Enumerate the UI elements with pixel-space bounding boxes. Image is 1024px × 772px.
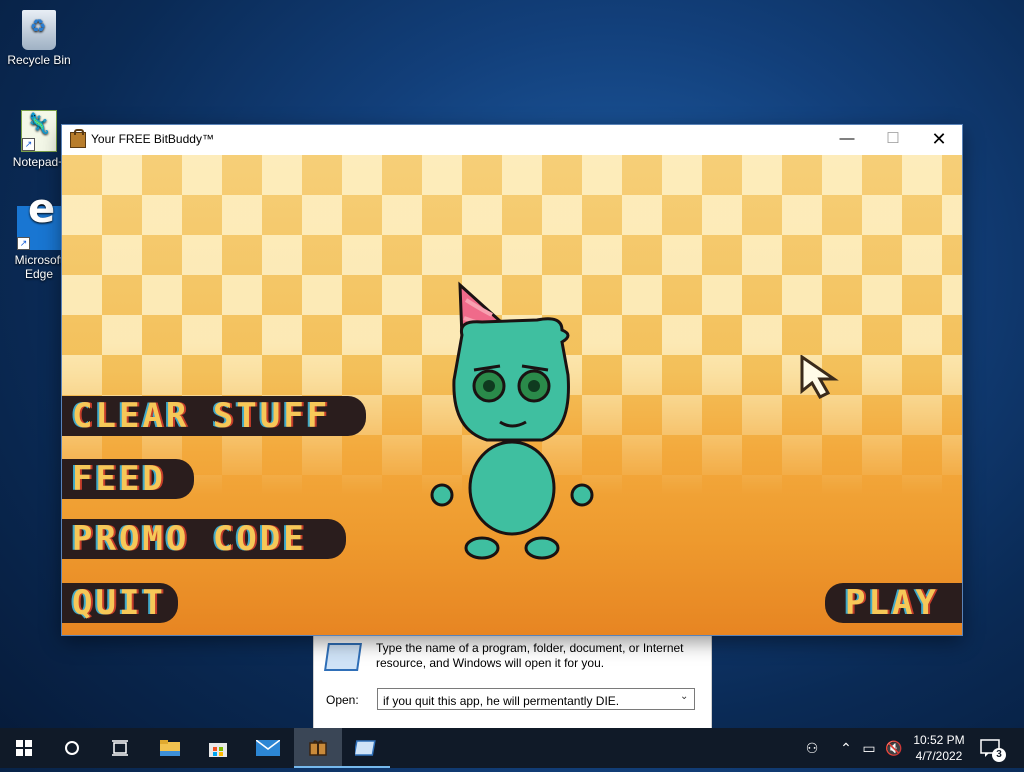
desktop-icon-label: Recycle Bin [7,53,71,67]
buddy-body [468,440,556,536]
shortcut-arrow-icon: ↗ [17,237,30,250]
run-icon [353,740,376,756]
task-view-icon [112,740,128,756]
run-description: Type the name of a program, folder, docu… [376,641,684,670]
recycle-bin-icon [22,10,56,50]
notepad-plus-plus-icon: ↗ [21,110,57,152]
taskbar: ⚇ ⌃ ▭ 🔇 10:52 PM 4/7/2022 3 [0,728,1024,768]
feed-button[interactable]: FEED [62,459,194,499]
promo-code-button[interactable]: PROMO CODE [62,519,346,559]
shortcut-arrow-icon: ↗ [22,138,35,151]
run-icon [324,643,362,671]
run-open-label: Open: [326,693,359,707]
mail-icon [255,739,281,756]
close-button[interactable]: ✕ [916,125,962,155]
clock-time: 10:52 PM [913,733,965,747]
edge-icon: ↗ [17,202,61,250]
desktop-icon-label: Microsoft Edge [14,253,64,281]
people-icon[interactable]: ⚇ [800,728,824,768]
window-title: Your FREE BitBuddy™ [91,132,214,146]
network-icon[interactable]: ▭ [860,728,878,768]
gift-icon [70,129,86,148]
play-button[interactable]: PLAY [825,583,962,623]
desktop-icon-label: Notepad+ [12,155,66,169]
search-button[interactable] [48,728,96,768]
windows-logo-icon [16,740,32,756]
folder-icon [160,740,180,756]
notification-badge: 3 [992,748,1006,762]
buddy-head [452,317,570,442]
volume-muted-icon[interactable]: 🔇 [884,728,904,768]
quit-button[interactable]: QUIT [62,583,178,623]
file-explorer-button[interactable] [146,728,194,768]
task-view-button[interactable] [96,728,144,768]
game-canvas[interactable]: CLEAR STUFF FEED PROMO CODE QUIT PLAY [62,155,962,635]
start-button[interactable] [0,728,48,768]
chevron-up-icon[interactable]: ⌃ [838,728,854,768]
store-button[interactable] [194,728,242,768]
chevron-down-icon[interactable]: ⌄ [680,691,688,702]
store-icon [209,743,227,757]
pixel-cursor-icon [800,355,839,399]
desktop-icon-recycle-bin[interactable]: Recycle Bin [0,10,78,67]
run-taskbar-button[interactable] [342,728,390,768]
clear-stuff-button[interactable]: CLEAR STUFF [62,396,366,436]
mail-button[interactable] [244,728,292,768]
clock-date: 4/7/2022 [915,749,963,763]
search-icon [65,741,79,755]
title-bar[interactable]: Your FREE BitBuddy™ — ☐ ✕ [62,125,962,155]
bitbuddy-character[interactable] [422,280,602,565]
minimize-button[interactable]: — [824,125,870,155]
bitbuddy-window: Your FREE BitBuddy™ — ☐ ✕ CLEAR STUFF FE… [62,125,962,635]
gift-icon [309,740,327,756]
maximize-button[interactable]: ☐ [870,125,916,155]
bitbuddy-taskbar-button[interactable] [294,728,342,768]
run-dialog: Type the name of a program, folder, docu… [313,632,712,730]
clock[interactable]: 10:52 PM 4/7/2022 [910,732,968,764]
run-open-input[interactable] [377,688,695,710]
